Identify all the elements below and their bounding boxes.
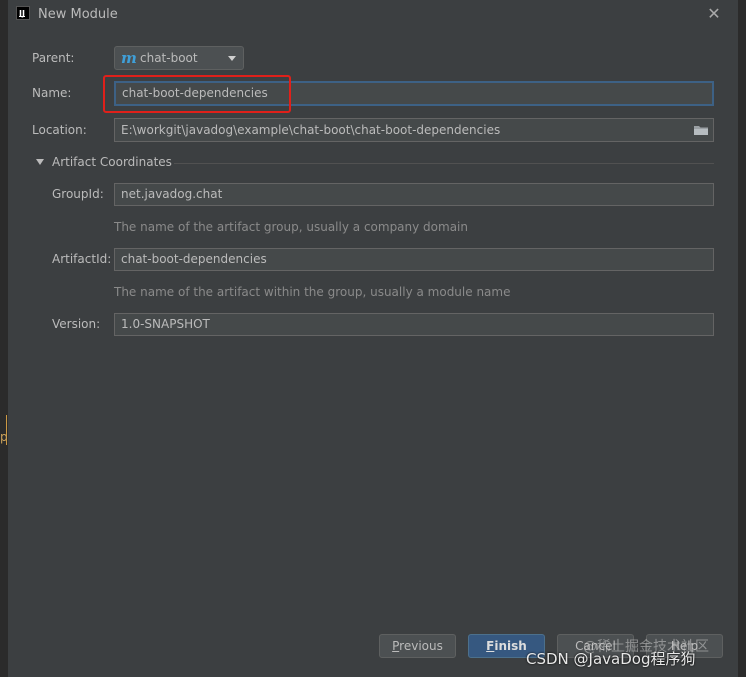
new-module-dialog: IJ New Module ✕ Parent: m chat-boot Name… bbox=[8, 0, 738, 677]
background-editor-strip: p bbox=[0, 0, 8, 677]
previous-label: revious bbox=[399, 639, 443, 653]
dialog-titlebar: IJ New Module ✕ bbox=[8, 0, 738, 30]
location-label: Location: bbox=[32, 123, 87, 137]
chevron-down-icon[interactable] bbox=[228, 56, 236, 61]
previous-button[interactable]: Previous bbox=[379, 634, 456, 658]
location-input[interactable]: E:\workgit\javadog\example\chat-boot\cha… bbox=[114, 118, 714, 142]
app-logo-icon: IJ bbox=[16, 6, 30, 20]
version-label: Version: bbox=[52, 317, 101, 331]
version-input[interactable]: 1.0-SNAPSHOT bbox=[114, 313, 714, 336]
watermark-csdn: CSDN @JavaDog程序狗 bbox=[526, 650, 696, 668]
background-editor-glyph: p bbox=[0, 430, 8, 444]
close-icon[interactable]: ✕ bbox=[705, 5, 723, 23]
parent-value: chat-boot bbox=[140, 51, 198, 65]
artifactid-label: ArtifactId: bbox=[52, 252, 112, 266]
groupid-input[interactable]: net.javadog.chat bbox=[114, 183, 714, 206]
finish-label: inish bbox=[494, 639, 527, 653]
parent-combobox[interactable]: m chat-boot bbox=[114, 46, 244, 70]
dialog-title: New Module bbox=[38, 7, 118, 22]
artifactid-input[interactable]: chat-boot-dependencies bbox=[114, 248, 714, 271]
maven-icon: m bbox=[121, 49, 137, 67]
collapse-triangle-icon bbox=[36, 159, 44, 165]
section-divider bbox=[174, 163, 714, 164]
groupid-label: GroupId: bbox=[52, 187, 104, 201]
groupid-hint: The name of the artifact group, usually … bbox=[114, 220, 468, 234]
folder-icon[interactable] bbox=[693, 124, 709, 136]
section-title: Artifact Coordinates bbox=[52, 155, 172, 169]
parent-label: Parent: bbox=[32, 51, 75, 65]
name-label: Name: bbox=[32, 86, 72, 100]
background-right-strip bbox=[738, 0, 746, 677]
red-highlight-annotation bbox=[103, 75, 291, 113]
artifact-coordinates-toggle[interactable]: Artifact Coordinates bbox=[34, 155, 714, 171]
artifactid-hint: The name of the artifact within the grou… bbox=[114, 285, 511, 299]
